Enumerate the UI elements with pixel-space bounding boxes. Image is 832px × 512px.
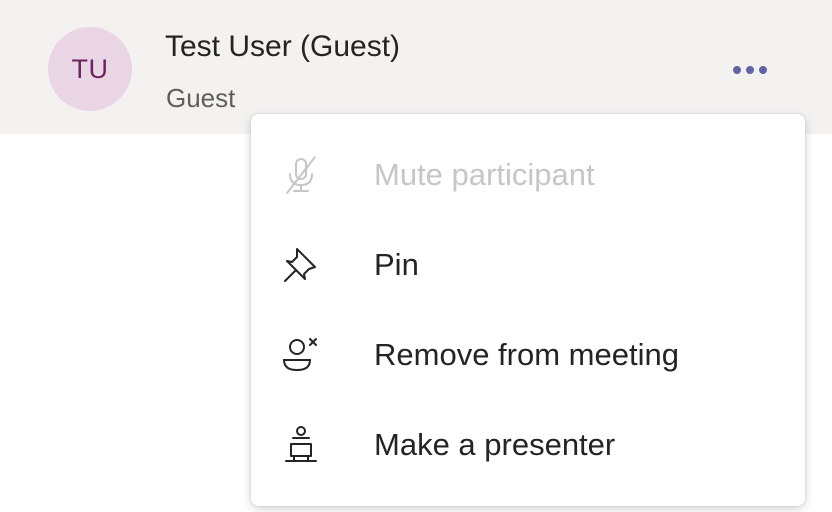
menu-item-mute-participant: Mute participant [251,130,805,220]
menu-item-remove-from-meeting[interactable]: Remove from meeting [251,310,805,400]
participant-context-menu: Mute participant Pin Remove from meeting [251,114,805,506]
menu-item-pin[interactable]: Pin [251,220,805,310]
menu-item-label: Remove from meeting [374,337,679,372]
mic-off-icon [286,156,316,194]
menu-item-make-presenter[interactable]: Make a presenter [251,400,805,490]
more-options-icon [733,66,741,74]
menu-item-label: Pin [374,247,419,282]
pin-icon [284,248,316,282]
more-options-icon [759,66,767,74]
participant-role: Guest [166,83,236,113]
more-options-button[interactable] [718,48,782,92]
more-options-icon [746,66,754,74]
menu-item-label: Make a presenter [374,427,616,462]
participant-name: Test User (Guest) [165,30,401,63]
remove-person-icon [282,338,317,372]
presenter-icon [285,426,317,462]
avatar: TU [48,27,132,111]
menu-item-label: Mute participant [374,157,595,192]
